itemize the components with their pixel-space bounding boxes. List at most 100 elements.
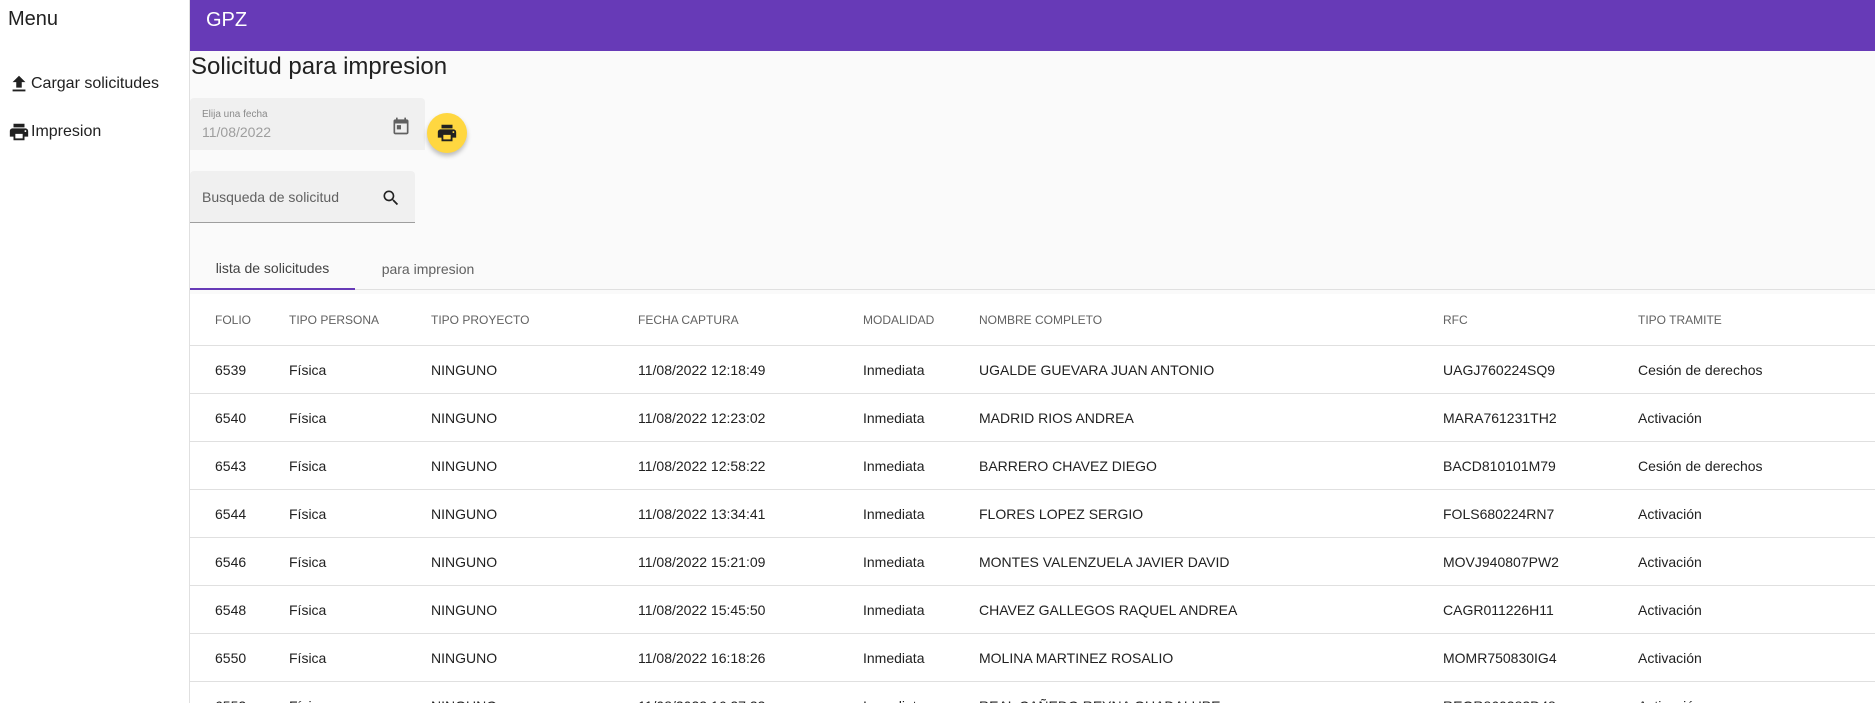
print-icon: [437, 124, 457, 142]
table-cell: Inmediata: [863, 505, 925, 522]
sidebar-item-impresion[interactable]: Impresion: [8, 118, 101, 146]
table-row[interactable]: 6539 Física NINGUNO 11/08/2022 12:18:49 Inme…: [190, 346, 1875, 394]
table-cell: Física: [289, 361, 327, 378]
sidebar: Menu Cargar solicitudes Impresion: [0, 0, 190, 703]
table-cell: 6539: [215, 361, 247, 378]
table-cell: 11/08/2022 13:34:41: [638, 505, 766, 522]
table-cell: REAL CAÑEDO REYNA GUADALUPE: [979, 682, 1220, 703]
table-header: FOLIO TIPO PERSONA TIPO PROYECTO FECHA C…: [190, 294, 1875, 346]
table-cell: Activación: [1638, 601, 1702, 618]
table-cell: 6548: [215, 601, 247, 618]
table-cell: Activación: [1638, 505, 1702, 522]
search-icon[interactable]: [381, 188, 401, 208]
table-cell: 6552: [215, 682, 246, 703]
table-cell: Física: [289, 553, 327, 570]
table-cell: Cesión de derechos: [1638, 457, 1763, 474]
table-cell: 11/08/2022 15:45:50: [638, 601, 766, 618]
calendar-icon[interactable]: [391, 116, 411, 136]
table-cell: Física: [289, 505, 327, 522]
table-cell: MADRID RIOS ANDREA: [979, 409, 1134, 426]
table-cell: 6546: [215, 553, 247, 570]
table-cell: NINGUNO: [431, 409, 498, 426]
tab-lista-de-solicitudes[interactable]: lista de solicitudes: [190, 248, 355, 290]
app-title: GPZ: [206, 9, 248, 31]
table-row[interactable]: 6544 Física NINGUNO 11/08/2022 13:34:41 Inme…: [190, 490, 1875, 538]
table-cell: 6540: [215, 409, 247, 426]
requests-table: FOLIO TIPO PERSONA TIPO PROYECTO FECHA C…: [190, 294, 1875, 703]
table-cell: 11/08/2022 12:58:22: [638, 457, 766, 474]
table-cell: CHAVEZ GALLEGOS RAQUEL ANDREA: [979, 601, 1238, 618]
date-field-label: Elija una fecha: [202, 109, 268, 120]
table-cell: CAGR011226H11: [1443, 601, 1554, 618]
column-header[interactable]: TIPO TRAMITE: [1638, 294, 1722, 345]
table-cell: Inmediata: [863, 409, 925, 426]
menu-title: Menu: [8, 8, 59, 30]
table-cell: REGR860282D48: [1443, 682, 1556, 703]
table-row[interactable]: 6540 Física NINGUNO 11/08/2022 12:23:02 Inme…: [190, 394, 1875, 442]
table-cell: NINGUNO: [431, 682, 497, 703]
sidebar-item-label: Impresion: [31, 123, 102, 140]
table-row[interactable]: 6543 Física NINGUNO 11/08/2022 12:58:22 Inme…: [190, 442, 1875, 490]
table-row[interactable]: 6548 Física NINGUNO 11/08/2022 15:45:50 Inme…: [190, 586, 1875, 634]
table-row[interactable]: 6552 Física NINGUNO 11/08/2022 16:27:33 Inme…: [190, 682, 1875, 703]
column-header[interactable]: TIPO PROYECTO: [431, 294, 529, 345]
table-cell: BACD810101M79: [1443, 457, 1556, 474]
sidebar-item-cargar-solicitudes[interactable]: Cargar solicitudes: [8, 70, 159, 98]
print-icon: [9, 123, 29, 141]
table-cell: Física: [289, 601, 327, 618]
table-cell: UAGJ760224SQ9: [1443, 361, 1556, 378]
upload-icon: [12, 75, 26, 92]
table-cell: Inmediata: [863, 361, 925, 378]
column-header[interactable]: FOLIO: [215, 294, 251, 345]
table-cell: 11/08/2022 12:18:49: [638, 361, 766, 378]
table-cell: 11/08/2022 15:21:09: [638, 553, 766, 570]
table-row[interactable]: 6546 Física NINGUNO 11/08/2022 15:21:09 Inme…: [190, 538, 1875, 586]
table-cell: 11/08/2022 16:18:26: [638, 649, 766, 666]
table-cell: 11/08/2022 12:23:02: [638, 409, 766, 426]
search-field[interactable]: Busqueda de solicitud: [190, 171, 415, 223]
table-cell: Inmediata: [863, 682, 924, 703]
table-cell: MONTES VALENZUELA JAVIER DAVID: [979, 553, 1230, 570]
table-cell: Física: [289, 682, 326, 703]
tab-para-impresion[interactable]: para impresion: [355, 248, 501, 290]
table-cell: 6543: [215, 457, 247, 474]
table-cell: NINGUNO: [431, 553, 498, 570]
date-field-value[interactable]: 11/08/2022: [202, 124, 271, 140]
table-cell: NINGUNO: [431, 649, 498, 666]
table-cell: Inmediata: [863, 601, 925, 618]
table-cell: MOMR750830IG4: [1443, 649, 1557, 666]
table-cell: MOLINA MARTINEZ ROSALIO: [979, 649, 1174, 666]
column-header[interactable]: RFC: [1443, 294, 1468, 345]
table-cell: Activación: [1638, 649, 1702, 666]
table-cell: BARRERO CHAVEZ DIEGO: [979, 457, 1157, 474]
search-input[interactable]: Busqueda de solicitud: [202, 189, 339, 205]
column-header[interactable]: TIPO PERSONA: [289, 294, 379, 345]
table-cell: Inmediata: [863, 649, 925, 666]
table-cell: MOVJ940807PW2: [1443, 553, 1559, 570]
column-header[interactable]: FECHA CAPTURA: [638, 294, 739, 345]
table-cell: Activación: [1638, 409, 1702, 426]
sidebar-item-label: Cargar solicitudes: [31, 75, 160, 92]
table-cell: Inmediata: [863, 457, 925, 474]
table-cell: Física: [289, 457, 327, 474]
table-cell: UGALDE GUEVARA JUAN ANTONIO: [979, 361, 1215, 378]
table-cell: NINGUNO: [431, 601, 498, 618]
table-cell: Inmediata: [863, 553, 925, 570]
print-button[interactable]: [427, 113, 467, 153]
table-cell: 11/08/2022 16:27:33: [638, 682, 765, 703]
table-cell: Activación: [1638, 682, 1702, 703]
table-cell: MARA761231TH2: [1443, 409, 1557, 426]
column-header[interactable]: NOMBRE COMPLETO: [979, 294, 1102, 345]
table-row[interactable]: 6550 Física NINGUNO 11/08/2022 16:18:26 Inme…: [190, 634, 1875, 682]
tab-bar: lista de solicitudes para impresion: [190, 248, 1875, 290]
page-title: Solicitud para impresion: [191, 53, 448, 80]
column-header[interactable]: MODALIDAD: [863, 294, 934, 345]
table-cell: FLORES LOPEZ SERGIO: [979, 505, 1144, 522]
table-cell: 6544: [215, 505, 247, 522]
table-cell: Física: [289, 649, 327, 666]
table-cell: 6550: [215, 649, 247, 666]
table-cell: NINGUNO: [431, 457, 498, 474]
date-picker-field[interactable]: Elija una fecha 11/08/2022: [190, 98, 425, 150]
table-cell: Activación: [1638, 553, 1702, 570]
table-cell: Cesión de derechos: [1638, 361, 1763, 378]
